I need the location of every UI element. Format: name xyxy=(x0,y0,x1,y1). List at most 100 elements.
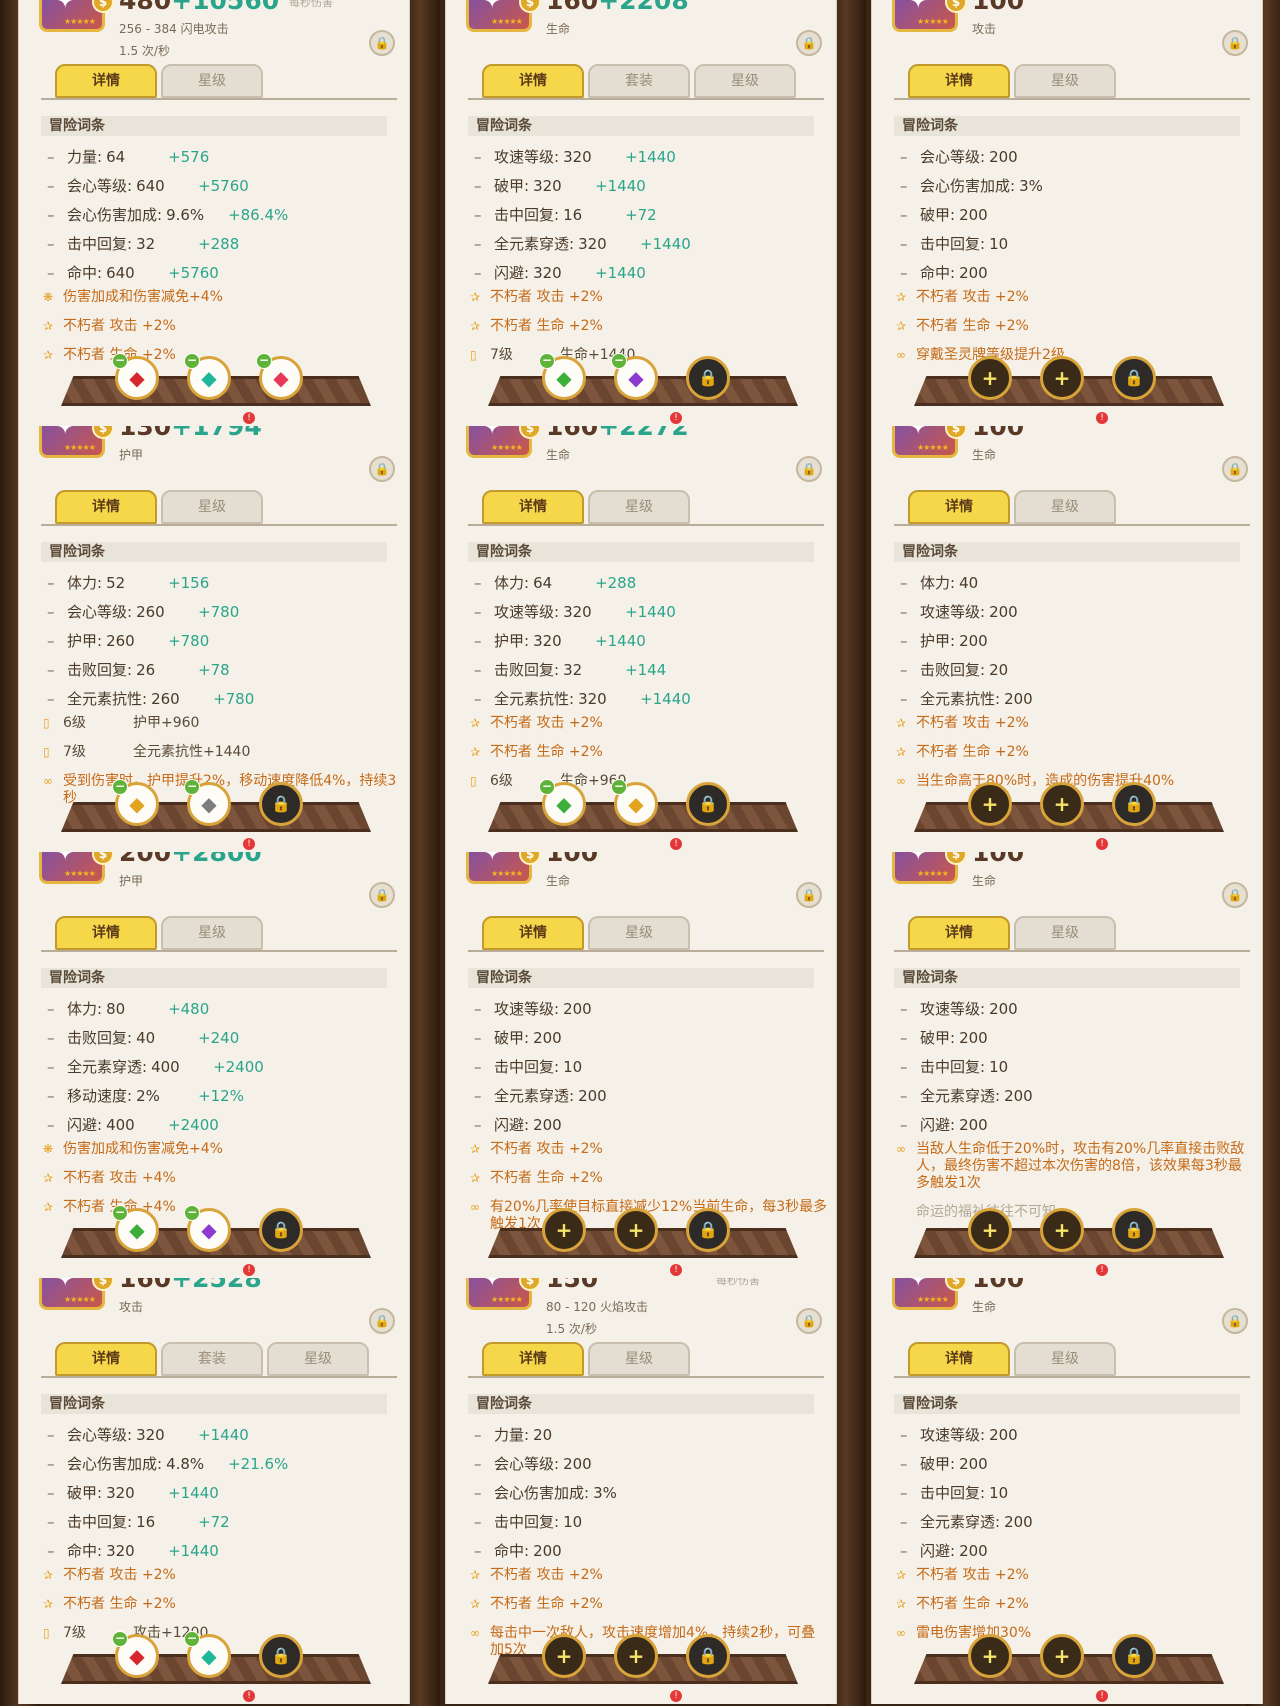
socket-add-icon[interactable]: + xyxy=(1040,1634,1084,1678)
tab-star[interactable]: 星级 xyxy=(1014,916,1116,950)
tab-detail[interactable]: 详情 xyxy=(55,490,157,524)
socket-add-icon[interactable]: + xyxy=(1040,782,1084,826)
remove-gem-icon[interactable]: − xyxy=(611,779,627,795)
gem-red-icon[interactable]: ◆ − xyxy=(112,353,159,400)
item-icon[interactable]: ✦ $ ★★★★★ xyxy=(892,852,967,884)
tab-detail[interactable]: 详情 xyxy=(908,1342,1010,1376)
gem-green-icon[interactable]: ◆ − xyxy=(539,353,586,400)
lock-icon[interactable]: 🔒 xyxy=(1222,882,1248,908)
remove-gem-icon[interactable]: − xyxy=(184,353,200,369)
gem-red-tri-icon[interactable]: ◆ − xyxy=(256,353,303,400)
gem-yellow-icon[interactable]: ◆ − xyxy=(112,779,159,826)
item-icon[interactable]: ✦ $ ★★★★★ xyxy=(892,1278,967,1310)
tab-detail[interactable]: 详情 xyxy=(55,916,157,950)
tab-star[interactable]: 星级 xyxy=(588,916,690,950)
item-icon[interactable]: ✦ $ ★★★★★ xyxy=(466,426,541,458)
lock-icon[interactable]: 🔒 xyxy=(369,882,395,908)
remove-gem-icon[interactable]: − xyxy=(611,353,627,369)
item-icon[interactable]: ✦ $ ★★★★★ xyxy=(39,1278,114,1310)
gem-purple-icon[interactable]: ◆ − xyxy=(611,353,658,400)
socket-add-icon[interactable]: + xyxy=(968,1208,1012,1252)
tab-star[interactable]: 星级 xyxy=(267,1342,369,1376)
socket-lock-icon[interactable]: 🔒 xyxy=(259,782,303,826)
item-icon[interactable]: ✦ $ ★★★★★ xyxy=(466,1278,541,1310)
tab-detail[interactable]: 详情 xyxy=(908,490,1010,524)
tab-star[interactable]: 星级 xyxy=(1014,490,1116,524)
socket-lock-icon[interactable]: 🔒 xyxy=(1112,1634,1156,1678)
gem-teal-icon[interactable]: ◆ − xyxy=(184,1631,231,1678)
tab-star[interactable]: 星级 xyxy=(161,490,263,524)
remove-gem-icon[interactable]: − xyxy=(112,779,128,795)
tab-detail[interactable]: 详情 xyxy=(908,916,1010,950)
item-icon[interactable]: ✦ $ ★★★★★ xyxy=(892,426,967,458)
tab-detail[interactable]: 详情 xyxy=(482,490,584,524)
item-icon[interactable]: ✦ $ ★★★★★ xyxy=(892,0,967,32)
gem-purple-icon[interactable]: ◆ − xyxy=(184,1205,231,1252)
gem-green-icon[interactable]: ◆ − xyxy=(539,779,586,826)
socket-add-icon[interactable]: + xyxy=(968,356,1012,400)
socket-add-icon[interactable]: + xyxy=(1040,356,1084,400)
remove-gem-icon[interactable]: − xyxy=(184,1631,200,1647)
remove-gem-icon[interactable]: − xyxy=(112,1205,128,1221)
lock-icon[interactable]: 🔒 xyxy=(796,30,822,56)
remove-gem-icon[interactable]: − xyxy=(539,353,555,369)
lock-icon[interactable]: 🔒 xyxy=(369,1308,395,1334)
socket-add-icon[interactable]: + xyxy=(542,1634,586,1678)
lock-icon[interactable]: 🔒 xyxy=(796,456,822,482)
tab-detail[interactable]: 详情 xyxy=(55,64,157,98)
tab-star[interactable]: 星级 xyxy=(161,916,263,950)
extra-affix: ∞ 当敌人生命低于20%时，攻击有20%几率直接击败敌人，最终伤害不超过本次伤害的… xyxy=(894,1141,1254,1192)
gem-teal-icon[interactable]: ◆ − xyxy=(184,353,231,400)
item-icon[interactable]: ✦ $ ★★★★★ xyxy=(466,0,541,32)
tab-star[interactable]: 星级 xyxy=(1014,64,1116,98)
lock-icon[interactable]: 🔒 xyxy=(796,1308,822,1334)
remove-gem-icon[interactable]: − xyxy=(539,779,555,795)
socket-lock-icon[interactable]: 🔒 xyxy=(259,1208,303,1252)
tab-set[interactable]: 套装 xyxy=(161,1342,263,1376)
socket-add-icon[interactable]: + xyxy=(614,1208,658,1252)
tab-detail[interactable]: 详情 xyxy=(482,1342,584,1376)
tab-detail[interactable]: 详情 xyxy=(482,916,584,950)
lock-icon[interactable]: 🔒 xyxy=(1222,30,1248,56)
tab-star[interactable]: 星级 xyxy=(694,64,796,98)
remove-gem-icon[interactable]: − xyxy=(112,1631,128,1647)
socket-lock-icon[interactable]: 🔒 xyxy=(1112,1208,1156,1252)
tab-star[interactable]: 星级 xyxy=(588,490,690,524)
item-icon[interactable]: ✦ $ ★★★★★ xyxy=(39,852,114,884)
gem-red-icon[interactable]: ◆ − xyxy=(112,1631,159,1678)
lock-icon[interactable]: 🔒 xyxy=(1222,456,1248,482)
item-icon[interactable]: ✦ $ ★★★★★ xyxy=(39,426,114,458)
remove-gem-icon[interactable]: − xyxy=(256,353,272,369)
tab-star[interactable]: 星级 xyxy=(1014,1342,1116,1376)
tab-set[interactable]: 套装 xyxy=(588,64,690,98)
socket-lock-icon[interactable]: 🔒 xyxy=(686,1634,730,1678)
socket-add-icon[interactable]: + xyxy=(614,1634,658,1678)
tab-detail[interactable]: 详情 xyxy=(55,1342,157,1376)
lock-icon[interactable]: 🔒 xyxy=(796,882,822,908)
gem-yellow-icon[interactable]: ◆ − xyxy=(611,779,658,826)
tab-detail[interactable]: 详情 xyxy=(482,64,584,98)
socket-add-icon[interactable]: + xyxy=(542,1208,586,1252)
socket-lock-icon[interactable]: 🔒 xyxy=(686,782,730,826)
remove-gem-icon[interactable]: − xyxy=(184,779,200,795)
socket-add-icon[interactable]: + xyxy=(968,1634,1012,1678)
tab-star[interactable]: 星级 xyxy=(161,64,263,98)
item-icon[interactable]: ✦ $ ★★★★★ xyxy=(466,852,541,884)
socket-add-icon[interactable]: + xyxy=(1040,1208,1084,1252)
remove-gem-icon[interactable]: − xyxy=(184,1205,200,1221)
socket-add-icon[interactable]: + xyxy=(968,782,1012,826)
socket-lock-icon[interactable]: 🔒 xyxy=(686,356,730,400)
gem-white-icon[interactable]: ◆ − xyxy=(184,779,231,826)
lock-icon[interactable]: 🔒 xyxy=(369,456,395,482)
gem-green-icon[interactable]: ◆ − xyxy=(112,1205,159,1252)
tab-detail[interactable]: 详情 xyxy=(908,64,1010,98)
lock-icon[interactable]: 🔒 xyxy=(369,30,395,56)
remove-gem-icon[interactable]: − xyxy=(112,353,128,369)
socket-lock-icon[interactable]: 🔒 xyxy=(686,1208,730,1252)
socket-lock-icon[interactable]: 🔒 xyxy=(1112,356,1156,400)
tab-star[interactable]: 星级 xyxy=(588,1342,690,1376)
socket-lock-icon[interactable]: 🔒 xyxy=(259,1634,303,1678)
socket-lock-icon[interactable]: 🔒 xyxy=(1112,782,1156,826)
item-icon[interactable]: ✦ $ ★★★★★ xyxy=(39,0,114,32)
lock-icon[interactable]: 🔒 xyxy=(1222,1308,1248,1334)
